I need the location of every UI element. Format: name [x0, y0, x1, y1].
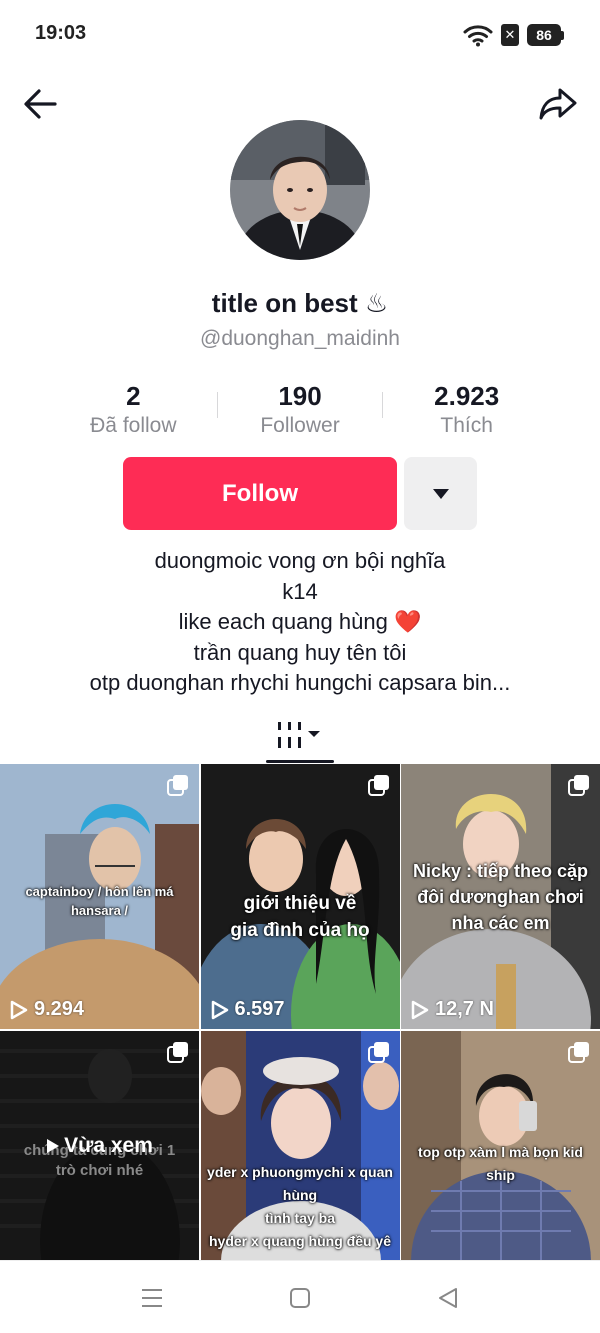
- status-time: 19:03: [35, 22, 87, 44]
- recently-watched-text: Vừa xem: [64, 1134, 153, 1157]
- status-icons: ✕ 86: [463, 22, 564, 48]
- username: @duonghan_maidinh: [200, 327, 400, 350]
- video-tile-recently-watched[interactable]: chúng ta cùng chơi 1 trò chơi nhé Vừa xe…: [0, 1031, 199, 1296]
- stat-following[interactable]: 2 Đã follow: [50, 380, 217, 440]
- bio-line: trần quang huy tên tôi: [193, 639, 407, 665]
- bio-line: duongmoic vong ơn bội nghĩa: [154, 548, 446, 573]
- back-button[interactable]: [20, 84, 60, 124]
- status-bar: 19:03 ✕ 86: [0, 0, 600, 68]
- stat-likes[interactable]: 2.923 Thích: [383, 380, 550, 440]
- home-button[interactable]: [285, 1283, 315, 1313]
- bio-line[interactable]: otp duonghan rhychi hungchi capsara bin.…: [0, 668, 600, 699]
- caption-line: yder x phuongmychi x quan: [207, 1164, 393, 1180]
- stat-value: 2.923: [434, 381, 500, 411]
- video-tile[interactable]: Nicky : tiếp theo cặp đôi dươnghan chơi …: [401, 764, 600, 1029]
- tab-active-indicator: [266, 760, 334, 763]
- menu-icon: [142, 1289, 162, 1307]
- play-solid-icon: [47, 1139, 60, 1153]
- video-caption: top otp xàm l mà bọn kid ship: [418, 1144, 583, 1183]
- video-caption: yder x phuongmychi x quan hùng tình tay …: [201, 1161, 400, 1253]
- video-caption: Nicky : tiếp theo cặp đôi dươnghan chơi …: [412, 861, 589, 933]
- view-count-value: 12,7 N: [435, 998, 494, 1020]
- profile-stats: 2 Đã follow 190 Follower 2.923 Thích: [50, 380, 550, 440]
- video-tile[interactable]: yder x phuongmychi x quan hùng tình tay …: [200, 1031, 400, 1296]
- multi-photo-icon: [568, 774, 590, 796]
- stat-label: Follower: [260, 414, 340, 437]
- bio: duongmoic vong ơn bội nghĩa k14 like eac…: [0, 546, 600, 699]
- stat-value: 190: [278, 381, 322, 411]
- play-outline-icon: [411, 1000, 429, 1019]
- stat-label: Thích: [440, 414, 493, 437]
- videos-grid-icon: [278, 722, 320, 748]
- caret-down-icon: [432, 488, 449, 499]
- video-caption: giới thiệu về gia đình của họ: [230, 893, 370, 941]
- video-tile[interactable]: top otp xàm l mà bọn kid ship: [401, 1031, 600, 1296]
- suggested-accounts-button[interactable]: [404, 457, 477, 530]
- caption-line: tình tay ba: [264, 1210, 335, 1226]
- tab-videos[interactable]: [266, 705, 334, 765]
- stat-value: 2: [126, 381, 141, 411]
- multi-photo-icon: [167, 1041, 189, 1063]
- stat-label: Đã follow: [90, 414, 177, 437]
- multi-photo-icon: [367, 774, 390, 796]
- bio-line: like each quang hùng ❤️: [178, 609, 422, 634]
- play-outline-icon: [211, 1000, 228, 1019]
- caption-line: hyder x quang hùng đều yê: [208, 1233, 392, 1249]
- view-count: 9.294: [10, 998, 84, 1021]
- video-tile[interactable]: captainboy / hôn lên má hansara / 9.294: [0, 764, 199, 1029]
- play-outline-icon: [10, 1000, 28, 1019]
- follow-button[interactable]: Follow: [123, 457, 397, 530]
- system-navigation-bar: [0, 1260, 600, 1333]
- view-count-value: 6.597: [234, 998, 285, 1020]
- back-triangle-icon: [439, 1288, 457, 1308]
- view-count-value: 9.294: [34, 998, 85, 1020]
- share-button[interactable]: [538, 84, 578, 124]
- share-forward-icon: [539, 88, 577, 120]
- stat-divider: [216, 392, 218, 418]
- multi-photo-icon: [568, 1041, 590, 1063]
- content-tab-bar: [0, 705, 600, 765]
- system-back-button[interactable]: [433, 1283, 463, 1313]
- recently-watched-label: Vừa xem: [46, 1134, 153, 1158]
- wifi-icon: [463, 23, 493, 47]
- view-count: 6.597: [211, 998, 285, 1021]
- stat-followers[interactable]: 190 Follower: [216, 380, 384, 440]
- video-tile[interactable]: giới thiệu về gia đình của họ 6.597: [200, 764, 400, 1029]
- arrow-left-icon: [24, 89, 57, 119]
- caption-line: hùng: [282, 1187, 318, 1203]
- video-grid: captainboy / hôn lên má hansara / 9.294 …: [0, 764, 600, 1296]
- video-caption: captainboy / hôn lên má hansara /: [25, 884, 174, 918]
- battery-level: 86: [527, 24, 561, 46]
- display-name: title on best ♨: [211, 288, 389, 318]
- watched-overlay: chúng ta cùng chơi 1 trò chơi nhé Vừa xe…: [0, 1031, 199, 1261]
- avatar[interactable]: [230, 120, 370, 260]
- multi-photo-icon: [367, 1041, 390, 1063]
- bio-line: k14: [282, 578, 318, 604]
- view-count: 12,7 N: [411, 998, 494, 1021]
- multi-photo-icon: [167, 774, 189, 796]
- battery-icon: 86: [527, 24, 564, 46]
- recent-apps-button[interactable]: [137, 1283, 167, 1313]
- home-square-icon: [290, 1288, 310, 1308]
- sim-off-icon: ✕: [501, 24, 519, 46]
